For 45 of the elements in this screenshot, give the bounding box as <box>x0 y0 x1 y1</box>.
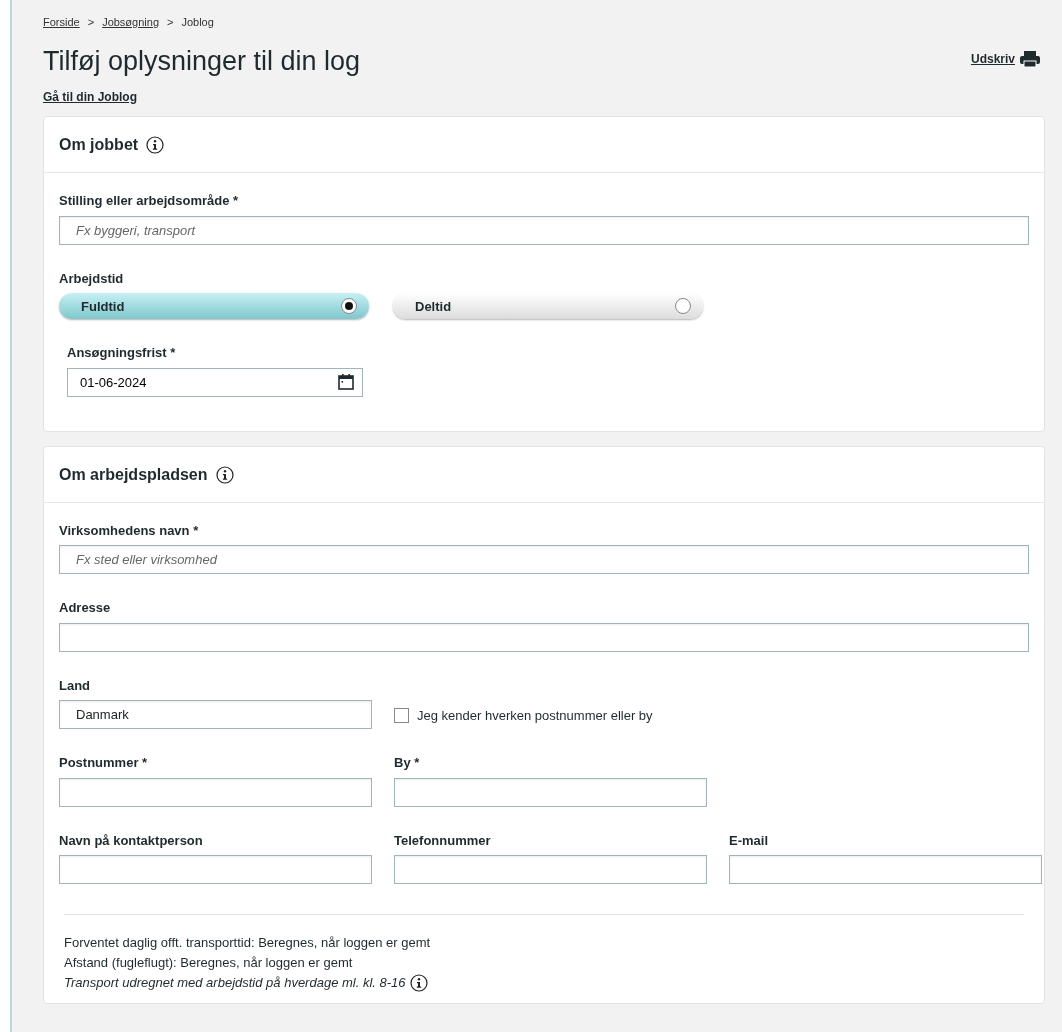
input-field[interactable] <box>59 622 1029 652</box>
field-label: Ansøgningsfrist * <box>67 344 176 363</box>
input-field[interactable] <box>394 855 707 885</box>
input-field[interactable] <box>729 855 1042 885</box>
info-icon[interactable] <box>146 136 165 155</box>
breadcrumb-link[interactable]: Jobsøgning <box>102 14 159 31</box>
info-icon[interactable] <box>215 465 234 484</box>
field-label: Virksomhedens navn * <box>59 521 199 540</box>
section-title: Om arbejdspladsen <box>59 464 208 485</box>
radio-option[interactable]: Fuldtid <box>59 293 369 320</box>
info-icon[interactable] <box>409 974 428 993</box>
input-field[interactable] <box>59 777 372 807</box>
input-field[interactable]: Fx sted eller virksomhed <box>59 545 1029 575</box>
field-label: Postnummer * <box>59 754 149 773</box>
input-field[interactable] <box>59 855 372 885</box>
printer-icon <box>1019 49 1041 68</box>
field-label: Telefonnummer <box>394 831 492 850</box>
checkbox[interactable] <box>394 708 409 724</box>
field-label: Arbejdstid <box>59 269 125 288</box>
info-text: Afstand (fugleflugt): Beregnes, når loggen er gemt <box>64 954 354 973</box>
radio-option[interactable]: Deltid <box>393 293 703 320</box>
field-label: Adresse <box>59 599 111 618</box>
hint-text: Transport udregnet med arbejdstid på hverdage ml. kl. 8-16 <box>64 974 406 993</box>
field-label: Stilling eller arbejdsområde * <box>59 192 239 211</box>
breadcrumb-separator: > <box>167 15 174 30</box>
breadcrumb-link[interactable]: Forside <box>43 14 80 31</box>
input-field[interactable] <box>394 777 707 807</box>
date-field[interactable]: 01-06-2024 <box>67 367 363 397</box>
field-label: Land <box>59 676 92 695</box>
radio-icon <box>675 298 691 315</box>
calendar-icon[interactable] <box>337 372 355 391</box>
field-label: E-mail <box>729 831 769 850</box>
radio-icon <box>341 298 357 315</box>
breadcrumb-separator: > <box>87 15 95 30</box>
input-field[interactable]: Fx byggeri, transport <box>59 215 1029 245</box>
section-title: Om jobbet <box>59 135 139 156</box>
checkbox-label: Jeg kender hverken postnummer eller by <box>417 706 653 725</box>
print-link[interactable]: Udskriv <box>970 49 1041 68</box>
input-field[interactable]: Danmark <box>59 700 372 730</box>
field-label: Navn på kontaktperson <box>59 831 204 850</box>
breadcrumb-current: Joblog <box>181 15 214 30</box>
back-link[interactable]: Gå til din Joblog <box>43 89 137 104</box>
page-title: Tilføj oplysninger til din log <box>43 44 361 77</box>
field-label: By * <box>394 754 421 773</box>
info-text: Forventet daglig offt. transporttid: Beregnes, når loggen er gemt <box>64 934 432 953</box>
